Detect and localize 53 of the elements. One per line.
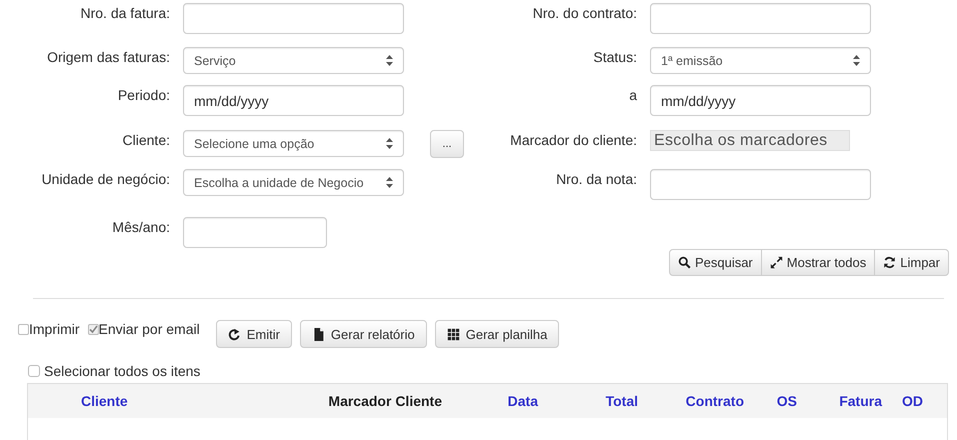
file-icon bbox=[312, 328, 325, 340]
action-button[interactable]: Gerar relatório bbox=[300, 320, 427, 348]
column-header[interactable]: Fatura bbox=[797, 393, 882, 409]
checkbox[interactable] bbox=[88, 324, 99, 334]
field-label: Nro. do contrato: bbox=[532, 4, 637, 22]
column-header[interactable]: Data bbox=[442, 393, 538, 409]
date-field[interactable]: mm/dd/yyyy bbox=[650, 85, 871, 116]
checkbox-label: Imprimir bbox=[29, 321, 80, 337]
action-button[interactable]: Emitir bbox=[216, 320, 292, 348]
select-caret-icon bbox=[853, 55, 860, 66]
text-field[interactable] bbox=[650, 3, 871, 34]
field-label: Nro. da nota: bbox=[555, 170, 637, 188]
field-label: Status: bbox=[592, 48, 637, 66]
column-header[interactable]: OD bbox=[882, 393, 923, 409]
text-field[interactable] bbox=[183, 3, 404, 34]
select-caret-icon bbox=[386, 138, 393, 149]
field-label: Unidade de negócio: bbox=[40, 170, 170, 188]
grid-icon bbox=[446, 328, 460, 340]
field-label: Origem das faturas: bbox=[46, 48, 170, 66]
select-caret-icon bbox=[386, 177, 393, 188]
checkbox[interactable] bbox=[18, 324, 29, 334]
column-header[interactable]: OS bbox=[744, 393, 797, 409]
checkbox-label: Enviar por email bbox=[98, 321, 200, 337]
date-field[interactable]: mm/dd/yyyy bbox=[183, 85, 404, 116]
field-label: Cliente: bbox=[122, 131, 170, 149]
select-caret-icon bbox=[386, 55, 393, 66]
field-label: Mês/ano: bbox=[111, 218, 170, 236]
tag-select-field[interactable]: Escolha os marcadores bbox=[650, 130, 850, 151]
select-field[interactable]: Serviço bbox=[183, 47, 404, 74]
share-icon bbox=[228, 328, 241, 340]
toolbar-button[interactable]: Pesquisar bbox=[668, 249, 762, 276]
column-header[interactable]: Total bbox=[538, 393, 638, 409]
action-button[interactable]: Gerar planilha bbox=[434, 320, 560, 348]
column-header[interactable]: Contrato bbox=[638, 393, 744, 409]
column-header[interactable]: Cliente bbox=[81, 393, 304, 409]
text-field[interactable] bbox=[183, 217, 327, 248]
text-field[interactable] bbox=[650, 169, 871, 200]
field-label: Nro. da fatura: bbox=[80, 4, 170, 22]
refresh-icon bbox=[883, 256, 896, 269]
select-field[interactable]: Selecione uma opção bbox=[183, 130, 404, 157]
expand-icon bbox=[770, 256, 783, 269]
more-button[interactable]: ... bbox=[430, 130, 464, 158]
select-field[interactable]: 1ª emissão bbox=[650, 47, 871, 74]
column-header: Marcador Cliente bbox=[327, 393, 442, 409]
field-label: Periodo: bbox=[116, 86, 170, 104]
toolbar-button[interactable]: Limpar bbox=[874, 249, 949, 276]
checkbox[interactable] bbox=[28, 365, 40, 377]
field-label: a bbox=[628, 86, 637, 104]
toolbar-button[interactable]: Mostrar todos bbox=[760, 249, 876, 276]
select-field[interactable]: Escolha a unidade de Negocio bbox=[183, 169, 404, 196]
search-icon bbox=[678, 256, 691, 269]
field-label: Marcador do cliente: bbox=[509, 131, 637, 149]
checkbox-label: Selecionar todos os itens bbox=[44, 363, 200, 379]
